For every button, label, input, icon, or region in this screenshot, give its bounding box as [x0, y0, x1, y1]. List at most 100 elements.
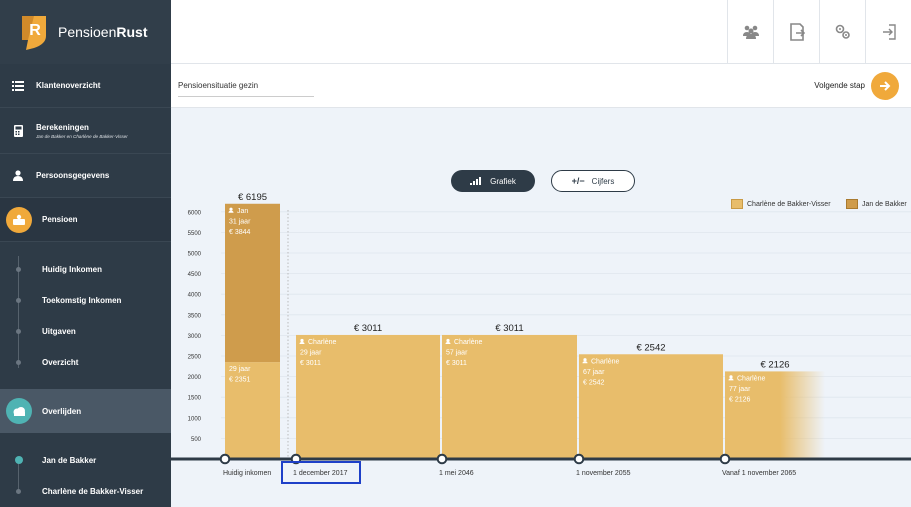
y-tick-label: 4500 — [188, 272, 202, 278]
bar-detail-label: 29 jaar — [300, 349, 322, 356]
brand-name: PensioenRust — [58, 24, 148, 40]
nav-label: Toekomstig Inkomen — [42, 295, 122, 305]
bar-person-label: Charlène — [308, 339, 337, 346]
nav-toekomstig-inkomen[interactable]: Toekomstig Inkomen — [0, 285, 171, 315]
breadcrumb-underline — [178, 96, 314, 97]
bar-detail-label: 31 jaar — [229, 218, 251, 225]
bar-person-label: Charlène — [591, 358, 620, 365]
nav-label: Uitgaven — [42, 326, 76, 336]
y-tick-label: 2500 — [188, 355, 202, 361]
nav-dot-active — [14, 456, 23, 464]
export-icon[interactable] — [773, 0, 819, 64]
bar-segment[interactable] — [225, 203, 280, 363]
settings-icon[interactable] — [819, 0, 865, 64]
bar-detail-label: € 3011 — [446, 360, 467, 367]
timeline-marker[interactable] — [573, 453, 585, 465]
y-tick-label: 6000 — [188, 210, 202, 216]
nav-huidig-inkomen[interactable]: Huidig Inkomen — [0, 254, 171, 284]
person-icon — [300, 338, 304, 343]
timeline-marker[interactable] — [436, 453, 448, 465]
timeline-marker[interactable] — [719, 453, 731, 465]
nav-label: Pensioen — [42, 215, 78, 224]
bar-total-label: € 3011 — [495, 323, 523, 334]
logo-icon: R — [20, 14, 48, 50]
bar-detail-label: € 2126 — [729, 396, 751, 403]
nav-label: Overlijden — [42, 406, 82, 416]
cloud-icon — [6, 398, 32, 424]
nav-dot — [16, 328, 21, 334]
calculator-icon — [0, 124, 36, 137]
bar-detail-label: € 3844 — [229, 229, 251, 236]
nav-overlijden[interactable]: Overlijden — [0, 389, 171, 433]
breadcrumb[interactable]: Pensioensituatie gezin — [178, 81, 258, 90]
x-tick-label: 1 november 2055 — [576, 470, 631, 477]
x-tick-label: 1 mei 2046 — [439, 470, 474, 477]
person-icon — [583, 358, 587, 362]
y-tick-label: 3000 — [188, 334, 202, 340]
nav-dot — [16, 359, 21, 365]
person-icon — [729, 375, 733, 379]
nav-overzicht[interactable]: Overzicht — [0, 347, 171, 377]
arrow-right-icon — [880, 81, 891, 91]
x-tick-label: Vanaf 1 november 2065 — [722, 470, 796, 477]
nav-label: Berekeningen — [36, 122, 89, 132]
users-icon[interactable] — [727, 0, 773, 64]
bar-person-label: Charlène — [454, 339, 483, 346]
x-tick-label: 1 december 2017 — [293, 470, 348, 477]
sidebar: R PensioenRust Klantenoverzicht Berekeni… — [0, 0, 171, 507]
nav-charlene[interactable]: Charlène de Bakker-Visser — [0, 476, 171, 506]
nav-persoonsgegevens[interactable]: Persoonsgegevens — [0, 154, 171, 198]
top-bar — [171, 0, 911, 64]
nav-klantenoverzicht[interactable]: Klantenoverzicht — [0, 64, 171, 108]
logout-icon[interactable] — [865, 0, 911, 64]
next-step-label[interactable]: Volgende stap — [814, 81, 865, 90]
y-tick-label: 1500 — [188, 396, 202, 402]
nav-pensioen[interactable]: Pensioen — [0, 198, 171, 242]
bar-detail-label: € 2351 — [229, 377, 251, 384]
nav-label: Overzicht — [42, 357, 79, 367]
bar-total-label: € 2126 — [760, 359, 789, 370]
bar-total-label: € 6195 — [238, 192, 267, 203]
sub-header: Pensioensituatie gezin Volgende stap — [171, 64, 911, 108]
person-icon — [446, 338, 450, 343]
nav-sublabel: Jan de Bakker en Charlène de Bakker-Viss… — [36, 133, 128, 139]
top-icon-group — [727, 0, 911, 64]
nav-dot — [16, 488, 21, 494]
brand[interactable]: R PensioenRust — [0, 0, 171, 64]
bar-detail-label: 29 jaar — [229, 366, 251, 373]
x-tick-label: Huidig inkomen — [223, 470, 271, 477]
bar-segment[interactable] — [725, 371, 825, 459]
y-tick-label: 1000 — [188, 416, 202, 422]
pension-icon — [6, 206, 32, 233]
nav-label: Persoonsgegevens — [36, 171, 110, 180]
person-icon — [229, 207, 233, 211]
list-icon — [0, 80, 36, 91]
bar-detail-label: € 3011 — [300, 360, 321, 367]
y-tick-label: 2000 — [188, 375, 202, 381]
nav-label: Huidig Inkomen — [42, 264, 102, 274]
nav-label: Charlène de Bakker-Visser — [42, 486, 144, 496]
y-tick-label: 4000 — [188, 293, 202, 299]
bar-total-label: € 3011 — [354, 323, 382, 334]
nav-uitgaven[interactable]: Uitgaven — [0, 316, 171, 346]
bar-detail-label: 57 jaar — [446, 349, 468, 356]
y-tick-label: 500 — [191, 437, 202, 443]
nav-dot — [16, 266, 21, 272]
nav-berekeningen[interactable]: Berekeningen Jan de Bakker en Charlène d… — [0, 108, 171, 154]
bar-person-label: Charlène — [737, 375, 766, 382]
bar-detail-label: 77 jaar — [729, 386, 751, 393]
bar-person-label: Jan — [237, 208, 248, 215]
person-icon — [0, 170, 36, 181]
income-chart: 500 1000 1500 2000 2500 3000 3500 4000 4500 5000 5… — [171, 192, 911, 484]
nav-label: Jan de Bakker — [42, 455, 97, 465]
nav-jan-de-bakker[interactable]: Jan de Bakker — [0, 445, 171, 475]
bar-total-label: € 2542 — [636, 342, 665, 353]
y-tick-label: 3500 — [188, 313, 202, 319]
bar-detail-label: 67 jaar — [583, 369, 605, 376]
next-step-button[interactable] — [871, 72, 899, 100]
nav-dot — [16, 297, 21, 303]
y-tick-label: 5500 — [188, 231, 202, 237]
timeline-marker[interactable] — [219, 453, 231, 465]
y-tick-label: 5000 — [188, 252, 202, 258]
bar-detail-label: € 2542 — [583, 379, 605, 386]
